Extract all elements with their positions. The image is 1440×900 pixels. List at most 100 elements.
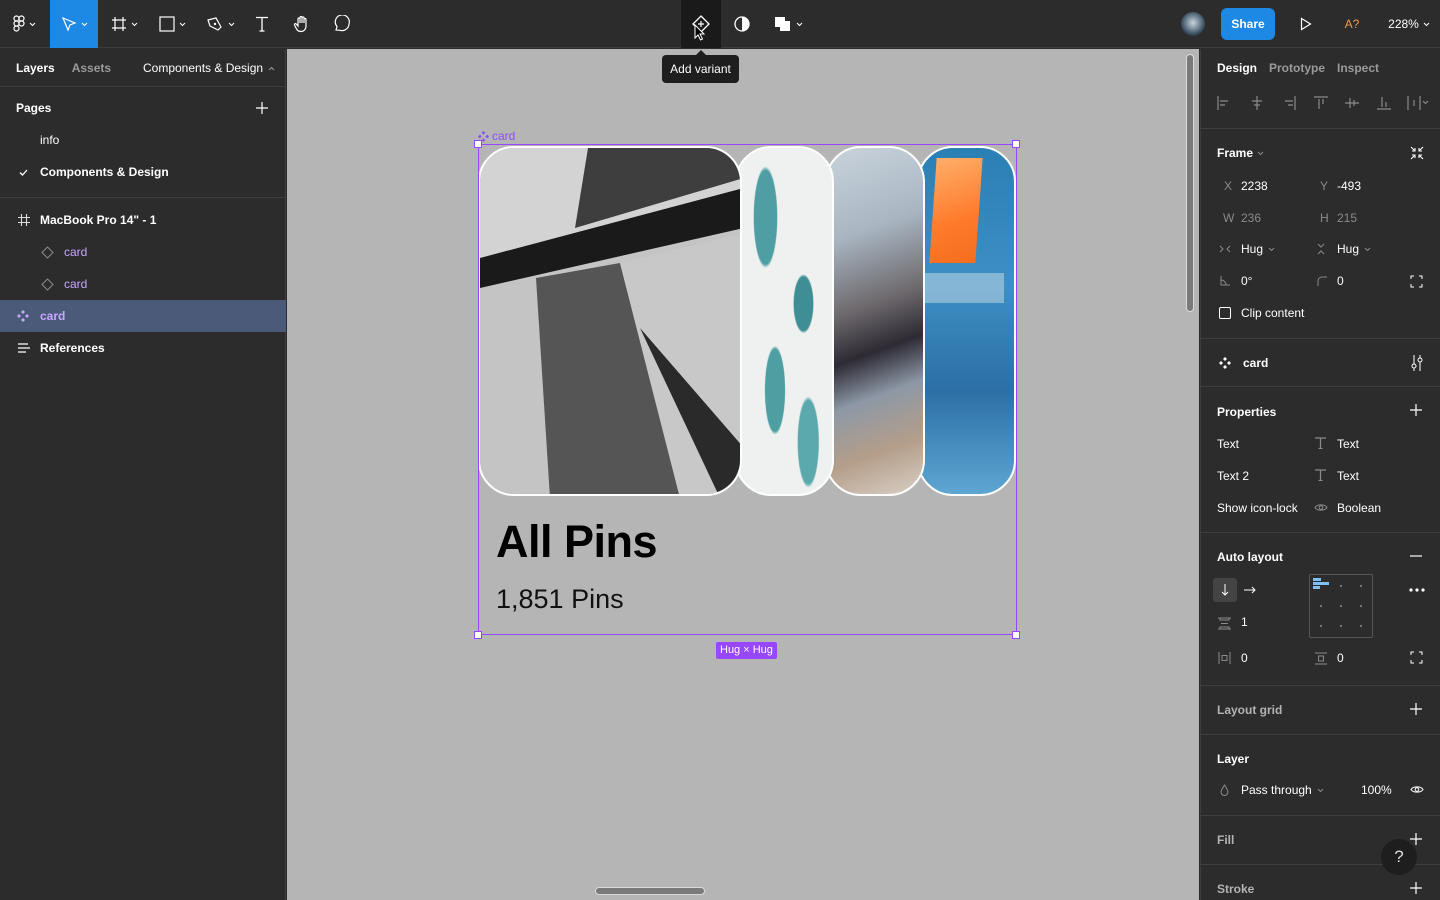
y-input[interactable]: -493 [1337, 179, 1361, 193]
arrow-down-icon [1221, 584, 1229, 596]
y-label: Y [1320, 179, 1329, 193]
add-property-icon[interactable] [1410, 404, 1422, 416]
page-item-current[interactable]: Components & Design [0, 156, 286, 188]
vertical-padding-input[interactable]: 0 [1337, 651, 1344, 665]
mask-button[interactable] [728, 0, 756, 48]
rotation-input[interactable]: 0° [1241, 274, 1252, 288]
comment-tool-button[interactable] [328, 0, 356, 48]
property-row[interactable]: Text 2 Text [1201, 461, 1440, 489]
top-toolbar: Share A? 228% [0, 0, 1440, 48]
auto-layout-title: Auto layout [1217, 550, 1283, 564]
page-item[interactable]: info [0, 124, 286, 156]
user-avatar[interactable] [1181, 12, 1205, 36]
align-center-h-icon[interactable] [1250, 96, 1264, 110]
clip-content-checkbox[interactable] [1219, 307, 1231, 319]
chevron-down-icon [1317, 788, 1324, 792]
layers-panel: Layers Assets Components & Design Pages … [0, 49, 286, 900]
add-page-icon[interactable] [256, 102, 268, 114]
more-options-icon[interactable] [1409, 588, 1425, 592]
resize-handle-tr[interactable] [1012, 140, 1020, 148]
resize-to-fit-icon[interactable] [1410, 146, 1424, 160]
horizontal-resizing-dropdown[interactable]: Hug [1241, 242, 1275, 256]
resize-handle-bl[interactable] [474, 631, 482, 639]
visibility-eye-icon[interactable] [1410, 785, 1424, 794]
text-tool-button[interactable] [248, 0, 276, 48]
tab-assets[interactable]: Assets [72, 61, 111, 75]
layer-row-instance[interactable]: card [0, 236, 286, 268]
vertical-scrollbar[interactable] [1186, 54, 1194, 312]
x-input[interactable]: 2238 [1241, 179, 1268, 193]
boolean-ops-button[interactable] [768, 0, 808, 48]
remove-auto-layout-icon[interactable] [1410, 555, 1422, 557]
corner-radius-input[interactable]: 0 [1337, 274, 1344, 288]
property-type: Text [1337, 469, 1360, 483]
layer-row-component-selected[interactable]: card [0, 300, 286, 332]
mouse-cursor-icon [694, 24, 706, 41]
resize-handle-tl[interactable] [474, 140, 482, 148]
layer-label: card [64, 245, 88, 259]
add-variant-button[interactable] [681, 0, 721, 48]
tab-layers[interactable]: Layers [16, 61, 55, 75]
blend-mode-dropdown[interactable]: Pass through [1241, 783, 1324, 797]
main-menu-button[interactable] [0, 0, 48, 48]
corner-radius-icon [1317, 276, 1327, 286]
page-selector[interactable]: Components & Design [143, 49, 275, 87]
direction-vertical-button[interactable] [1213, 578, 1237, 602]
cursor-arrow-icon [61, 16, 77, 32]
align-top-icon[interactable] [1314, 96, 1328, 110]
frame-type-dropdown[interactable]: Frame [1217, 146, 1264, 160]
fill-title: Fill [1217, 833, 1235, 847]
horizontal-scrollbar[interactable] [595, 887, 705, 895]
shape-tool-button[interactable] [152, 0, 192, 48]
selection-box [478, 144, 1017, 635]
help-button[interactable]: ? [1381, 839, 1417, 875]
align-center-v-icon[interactable] [1345, 96, 1359, 110]
design-panel: Design Prototype Inspect Frame X 2238 Y … [1200, 49, 1440, 900]
speech-bubble-icon [334, 15, 350, 32]
vertical-resizing-dropdown[interactable]: Hug [1337, 242, 1371, 256]
tab-prototype[interactable]: Prototype [1269, 61, 1325, 75]
tab-inspect[interactable]: Inspect [1337, 61, 1379, 75]
move-tool-button[interactable] [50, 0, 98, 48]
resize-handle-br[interactable] [1012, 631, 1020, 639]
align-right-icon[interactable] [1282, 96, 1296, 110]
chevron-down-icon [131, 22, 137, 26]
individual-padding-icon[interactable] [1410, 651, 1423, 664]
zoom-menu-button[interactable]: 228% [1382, 0, 1436, 48]
layer-row-text[interactable]: References [0, 332, 286, 364]
w-input[interactable]: 236 [1241, 211, 1261, 225]
component-name-label[interactable]: card [478, 129, 515, 143]
opacity-input[interactable]: 100% [1361, 783, 1392, 797]
component-properties-icon[interactable] [1410, 355, 1424, 371]
chevron-down-icon [1257, 151, 1264, 155]
direction-horizontal-button[interactable] [1244, 586, 1256, 594]
pen-tool-button[interactable] [200, 0, 240, 48]
tab-design[interactable]: Design [1217, 61, 1257, 75]
property-row[interactable]: Show icon-lock Boolean [1201, 493, 1440, 521]
alignment-grid[interactable] [1309, 574, 1373, 638]
page-selector-label: Components & Design [143, 61, 264, 75]
align-bottom-icon[interactable] [1377, 96, 1391, 110]
component-name[interactable]: card [1243, 356, 1268, 370]
add-layout-grid-icon[interactable] [1410, 703, 1422, 715]
layer-row-frame[interactable]: MacBook Pro 14" - 1 [0, 204, 286, 236]
layer-row-instance[interactable]: card [0, 268, 286, 300]
item-spacing-input[interactable]: 1 [1241, 615, 1248, 629]
add-stroke-icon[interactable] [1410, 882, 1422, 894]
present-button[interactable] [1292, 0, 1320, 48]
property-name: Show icon-lock [1217, 501, 1298, 515]
independent-corners-icon[interactable] [1410, 275, 1423, 288]
align-left-icon[interactable] [1217, 96, 1231, 110]
distribute-icon[interactable] [1407, 96, 1429, 110]
horizontal-padding-input[interactable]: 0 [1241, 651, 1248, 665]
property-row[interactable]: Text Text [1201, 429, 1440, 457]
instance-diamond-icon [41, 245, 54, 259]
missing-fonts-button[interactable]: A? [1338, 0, 1366, 48]
h-input[interactable]: 215 [1337, 211, 1357, 225]
share-button[interactable]: Share [1221, 8, 1275, 40]
add-fill-icon[interactable] [1410, 833, 1422, 845]
frame-tool-button[interactable] [104, 0, 144, 48]
canvas[interactable]: card All Pins 1,851 Pins Hug × Hug [287, 49, 1199, 900]
hand-tool-button[interactable] [288, 0, 316, 48]
clip-content-label[interactable]: Clip content [1241, 306, 1304, 320]
